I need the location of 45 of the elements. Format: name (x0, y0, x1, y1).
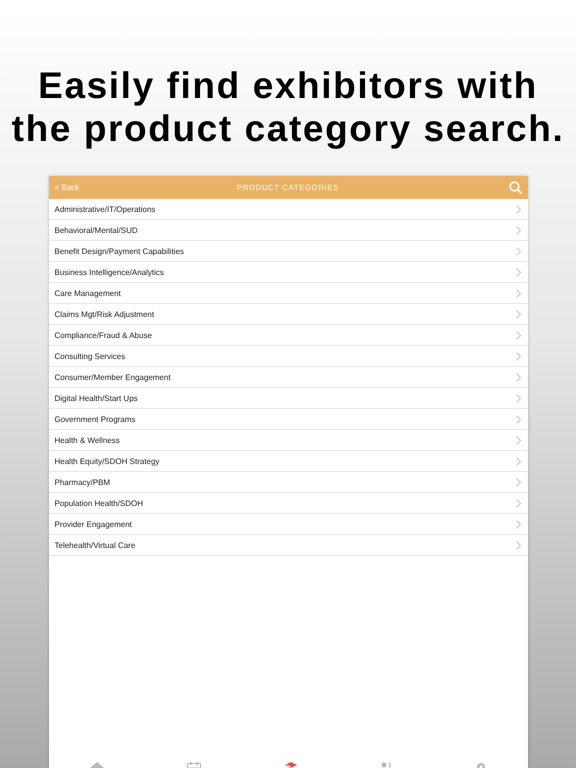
category-row[interactable]: Claims Mgt/Risk Adjustment (48, 304, 528, 325)
search-icon[interactable] (508, 181, 522, 194)
chevron-icon (516, 288, 520, 298)
category-row[interactable]: Behavioral/Mental/SUD (48, 220, 528, 241)
category-row[interactable]: Provider Engagement (48, 514, 528, 535)
category-row[interactable]: Consulting Services (48, 346, 528, 367)
chevron-icon (516, 372, 520, 382)
chevron-icon (516, 310, 520, 318)
chevron-icon (516, 414, 520, 424)
category-row[interactable]: Care Management (48, 283, 528, 304)
calendar-icon (187, 762, 201, 768)
chevron-icon (516, 520, 520, 528)
category-row[interactable]: Government Programs (48, 409, 528, 430)
tab-item[interactable] (381, 762, 393, 768)
category-row[interactable]: Health Equity/SDOH Strategy (48, 451, 528, 472)
speaker-icon (381, 762, 393, 768)
headline-text: Easily find exhibitors with (37, 64, 539, 107)
chevron-icon (516, 330, 520, 340)
chevron-icon (516, 394, 520, 402)
chevron-icon (516, 204, 520, 214)
chevron-icon (516, 478, 520, 486)
category-row[interactable]: Telehealth/Virtual Care (48, 535, 528, 556)
chevron-icon (516, 456, 520, 466)
tab-item[interactable] (90, 762, 104, 768)
category-row[interactable]: Compliance/Fraud & Abuse (48, 325, 528, 346)
tab-item[interactable] (187, 762, 201, 768)
tab-item[interactable] (284, 762, 298, 768)
category-row[interactable]: Pharmacy/PBM (48, 472, 528, 493)
tab-item[interactable] (476, 762, 486, 768)
category-row[interactable]: Consumer/Member Engagement (48, 367, 528, 388)
chevron-icon (516, 540, 520, 550)
headline-text: the product category search. (12, 107, 564, 150)
chevron-icon (516, 268, 520, 276)
chevron-icon (516, 246, 520, 256)
chevron-icon (516, 498, 520, 508)
chevron-icon (516, 352, 520, 360)
chevron-icon (516, 436, 520, 444)
category-row[interactable]: Digital Health/Start Ups (48, 388, 528, 409)
category-row[interactable]: Administrative/IT/Operations (48, 199, 528, 220)
chevron-icon (516, 226, 520, 234)
category-row[interactable]: Business Intelligence/Analytics (48, 262, 528, 283)
home-icon (90, 762, 104, 768)
category-row[interactable]: Population Health/SDOH (48, 493, 528, 514)
category-row[interactable]: Benefit Design/Payment Capabilities (48, 241, 528, 262)
category-row[interactable]: Health & Wellness (48, 430, 528, 451)
